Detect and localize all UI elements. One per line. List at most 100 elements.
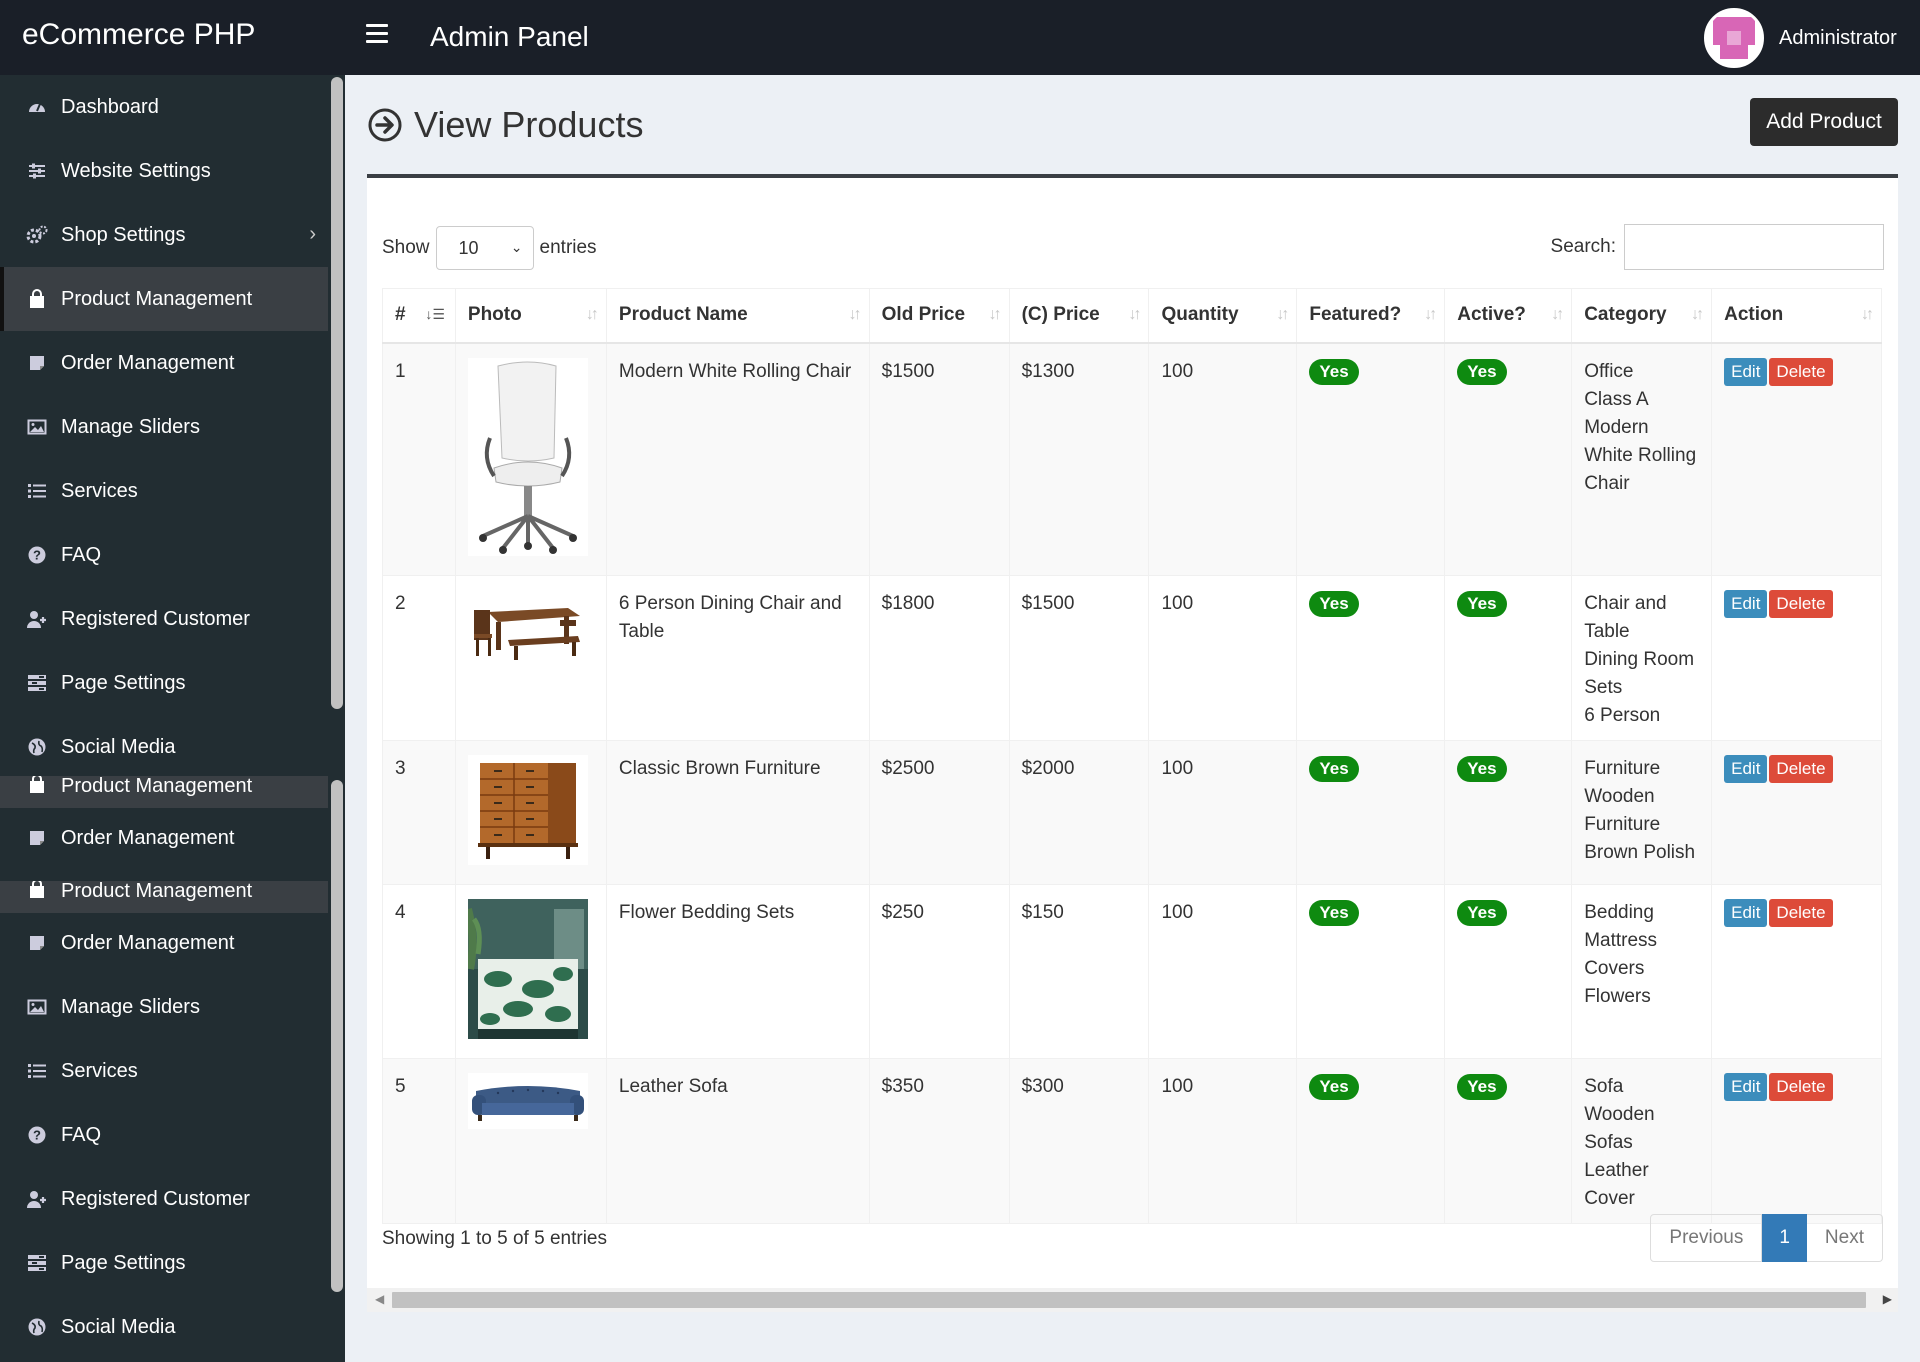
featured-cell: Yes bbox=[1296, 1057, 1446, 1224]
column-header-featured[interactable]: Featured? ↓↑ bbox=[1296, 288, 1446, 344]
sticky-note-icon bbox=[25, 351, 49, 375]
action-cell: Edit Delete bbox=[1711, 342, 1882, 576]
sidebar-item-label: Social Media bbox=[61, 1315, 176, 1338]
edit-button[interactable]: Edit bbox=[1724, 357, 1768, 386]
active-badge: Yes bbox=[1457, 755, 1507, 782]
previous-page-button[interactable]: Previous bbox=[1650, 1214, 1763, 1262]
user-name[interactable]: Administrator bbox=[1779, 27, 1897, 50]
sidebar-item-label: Product Management bbox=[61, 881, 253, 902]
column-header-quantity[interactable]: Quantity ↓↑ bbox=[1148, 288, 1298, 344]
category-line: Furniture bbox=[1584, 757, 1661, 779]
sidebar-item-registered-customer[interactable]: Registered Customer bbox=[0, 1167, 328, 1231]
entries-length-select[interactable]: 10 ⌄ bbox=[435, 226, 534, 270]
sidebar-item-manage-sliders[interactable]: Manage Sliders bbox=[0, 975, 328, 1039]
sidebar-item-order-management[interactable]: Order Management bbox=[0, 806, 328, 870]
sidebar-item-services[interactable]: Services bbox=[0, 459, 328, 523]
sidebar-item-social-media[interactable]: Social Media bbox=[0, 715, 328, 779]
delete-button[interactable]: Delete bbox=[1769, 589, 1833, 618]
scroll-right-icon[interactable]: ▶ bbox=[1883, 1292, 1892, 1306]
scroll-left-icon[interactable]: ◀ bbox=[375, 1292, 384, 1306]
sidebar-item-product-management[interactable]: Product Management bbox=[0, 881, 328, 913]
delete-button[interactable]: Delete bbox=[1769, 1072, 1833, 1101]
category-line: Leather bbox=[1584, 1159, 1649, 1181]
sidebar-item-shop-settings[interactable]: Shop Settings › bbox=[0, 203, 328, 267]
column-header-number[interactable]: # ↓☰ bbox=[382, 288, 456, 344]
category-line: Chair bbox=[1584, 472, 1630, 494]
sidebar-item-product-management[interactable]: Product Management bbox=[0, 776, 328, 808]
edit-button[interactable]: Edit bbox=[1724, 754, 1768, 783]
category-line: Table bbox=[1584, 620, 1630, 642]
sidebar-item-faq[interactable]: ? FAQ bbox=[0, 1103, 328, 1167]
product-photo-cell bbox=[454, 883, 607, 1059]
column-header-photo[interactable]: Photo ↓↑ bbox=[454, 288, 607, 344]
product-name: Leather Sofa bbox=[605, 1057, 870, 1224]
quantity: 100 bbox=[1148, 883, 1298, 1059]
category-cell: Furniture Wooden Furniture Brown Polish bbox=[1571, 739, 1713, 885]
user-plus-icon bbox=[25, 1187, 49, 1211]
sidebar-item-page-settings[interactable]: Page Settings bbox=[0, 651, 328, 715]
delete-button[interactable]: Delete bbox=[1769, 754, 1833, 783]
sidebar-scrollbar-thumb[interactable] bbox=[331, 780, 343, 1292]
page-1-button[interactable]: 1 bbox=[1762, 1214, 1807, 1262]
sidebar-item-label: Registered Customer bbox=[61, 607, 250, 630]
sort-icon: ↓↑ bbox=[585, 306, 599, 323]
horizontal-scrollbar[interactable]: ◀ ▶ bbox=[367, 1288, 1898, 1312]
sidebar-item-label: Website Settings bbox=[61, 159, 211, 182]
sidebar-item-website-settings[interactable]: Website Settings bbox=[0, 139, 328, 203]
user-avatar[interactable] bbox=[1704, 8, 1764, 68]
sidebar-item-registered-customer[interactable]: Registered Customer bbox=[0, 587, 328, 651]
sidebar-scrollbar-thumb[interactable] bbox=[331, 77, 343, 709]
column-header-product-name[interactable]: Product Name ↓↑ bbox=[605, 288, 870, 344]
sidebar-item-label: FAQ bbox=[61, 543, 102, 566]
table-row: 2 6 Person Dining Chair and Table $1800 $15… bbox=[382, 574, 1882, 741]
arrow-circle-right-icon bbox=[368, 108, 402, 142]
sidebar-item-faq[interactable]: ? FAQ bbox=[0, 523, 328, 587]
featured-badge: Yes bbox=[1309, 755, 1359, 782]
column-header-label: Product Name bbox=[618, 304, 748, 326]
add-product-button[interactable]: Add Product bbox=[1750, 98, 1898, 146]
sidebar-item-label: Page Settings bbox=[61, 1251, 186, 1274]
sidebar-item-services[interactable]: Services bbox=[0, 1039, 328, 1103]
current-price: $1300 bbox=[1008, 342, 1150, 576]
sidebar-item-social-media[interactable]: Social Media bbox=[0, 1295, 328, 1359]
category-line: Dining Room bbox=[1584, 648, 1695, 670]
category-line: Office bbox=[1584, 360, 1634, 382]
sidebar-item-dashboard[interactable]: Dashboard bbox=[0, 75, 328, 139]
sidebar-item-page-settings[interactable]: Page Settings bbox=[0, 1231, 328, 1295]
active-badge: Yes bbox=[1457, 899, 1507, 926]
table-row: 1 Modern White Rolling Chair $1500 $1300 100… bbox=[382, 342, 1882, 576]
edit-button[interactable]: Edit bbox=[1724, 898, 1768, 927]
column-header-old-price[interactable]: Old Price ↓↑ bbox=[868, 288, 1010, 344]
sidebar-item-label: Page Settings bbox=[61, 671, 186, 694]
sidebar-item-order-management[interactable]: Order Management bbox=[0, 911, 328, 975]
product-name: 6 Person Dining Chair and Table bbox=[605, 574, 870, 741]
length-value: 10 bbox=[458, 237, 479, 258]
sort-icon: ↓↑ bbox=[1691, 306, 1704, 323]
edit-button[interactable]: Edit bbox=[1724, 1072, 1768, 1101]
old-price: $350 bbox=[868, 1057, 1010, 1224]
featured-cell: Yes bbox=[1296, 574, 1446, 741]
edit-button[interactable]: Edit bbox=[1724, 589, 1768, 618]
search-input[interactable] bbox=[1624, 224, 1884, 270]
column-header-active[interactable]: Active? ↓↑ bbox=[1444, 288, 1573, 344]
cogs-icon bbox=[25, 223, 49, 247]
active-badge: Yes bbox=[1457, 590, 1507, 617]
delete-button[interactable]: Delete bbox=[1769, 898, 1833, 927]
sidebar-item-product-management[interactable]: Product Management bbox=[0, 267, 328, 331]
category-line: Chair and bbox=[1584, 592, 1667, 614]
sidebar-item-order-management[interactable]: Order Management bbox=[0, 331, 328, 395]
sidebar-item-label: Social Media bbox=[61, 735, 176, 758]
sidebar-item-manage-sliders[interactable]: Manage Sliders bbox=[0, 395, 328, 459]
sidebar-item-label: Shop Settings bbox=[61, 223, 186, 246]
column-header-action[interactable]: Action ↓↑ bbox=[1711, 288, 1882, 344]
column-header-category[interactable]: Category ↓↑ bbox=[1571, 288, 1713, 344]
next-page-button[interactable]: Next bbox=[1806, 1214, 1883, 1262]
product-photo bbox=[464, 898, 594, 1048]
sidebar-toggle-icon[interactable] bbox=[366, 24, 388, 44]
delete-button[interactable]: Delete bbox=[1769, 357, 1833, 386]
column-header-c-price[interactable]: (C) Price ↓↑ bbox=[1008, 288, 1150, 344]
brand-logo-text[interactable]: eCommerce PHP bbox=[22, 18, 255, 52]
table-row: 5 Leather Sofa $350 $300 100 Yes Yes Sofa Wooden… bbox=[382, 1057, 1882, 1224]
horizontal-scrollbar-thumb[interactable] bbox=[392, 1292, 1866, 1308]
featured-badge: Yes bbox=[1309, 590, 1359, 617]
